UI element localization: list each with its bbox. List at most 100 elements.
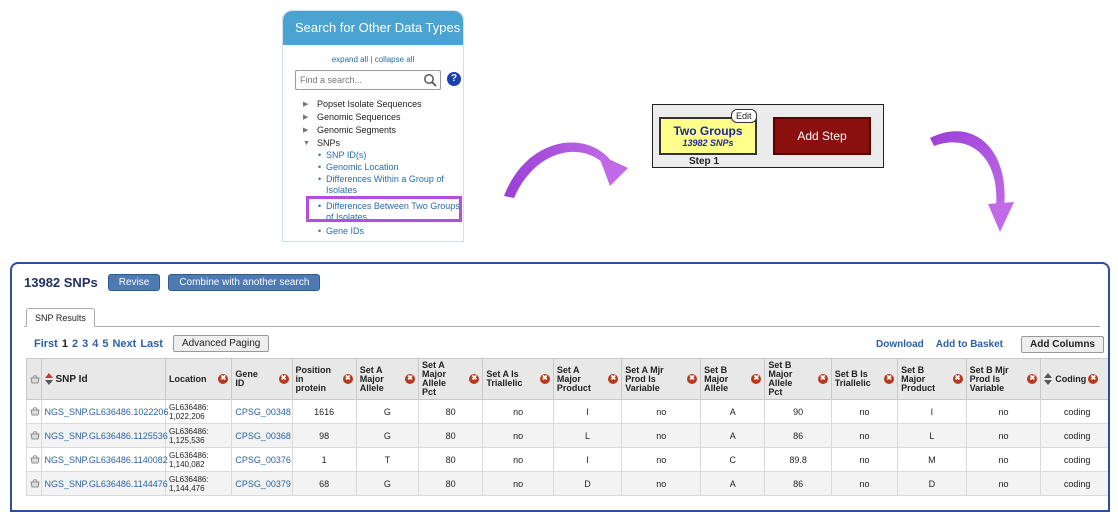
search-icon[interactable]: [423, 73, 437, 87]
expand-arrow-icon[interactable]: ▶: [303, 98, 308, 111]
tree-item-genomic-sequences[interactable]: ▶ Genomic Sequences: [303, 111, 463, 124]
column-header-set-a-allele-pct[interactable]: Set A Major Allele Pct ✖: [418, 358, 484, 400]
remove-column-icon[interactable]: ✖: [342, 374, 353, 384]
column-header-set-a-prod-variable[interactable]: Set A Mjr Prod Is Variable ✖: [621, 358, 702, 400]
column-header-snp-id[interactable]: SNP Id: [40, 358, 166, 400]
remove-column-icon[interactable]: ✖: [539, 374, 550, 384]
search-link-gene-ids[interactable]: • Gene IDs: [317, 226, 463, 237]
column-header-set-a-triallelic[interactable]: Set A Is Triallelic ✖: [482, 358, 554, 400]
pager-first-link[interactable]: First: [34, 338, 58, 350]
column-header-coding[interactable]: Coding ✖: [1040, 358, 1108, 400]
basket-icon[interactable]: [30, 478, 40, 488]
snp-id-link[interactable]: NGS_SNP.GL636486.1022206: [45, 407, 169, 417]
sort-icon[interactable]: [1044, 373, 1053, 385]
location-contig: GL636486:: [168, 450, 209, 460]
search-link-snp-ids[interactable]: • SNP ID(s): [317, 150, 463, 161]
combine-button[interactable]: Combine with another search: [168, 274, 321, 291]
sort-icon[interactable]: [44, 373, 53, 385]
remove-column-icon[interactable]: ✖: [469, 374, 480, 384]
remove-column-icon[interactable]: ✖: [952, 374, 963, 384]
remove-column-icon[interactable]: ✖: [751, 374, 762, 384]
results-header: 13982 SNPs Revise Combine with another s…: [24, 274, 328, 291]
collapse-all-link[interactable]: collapse all: [375, 55, 415, 64]
column-header-gene-id[interactable]: Gene ID ✖: [231, 358, 293, 400]
basket-cell[interactable]: [26, 399, 42, 424]
basket-cell[interactable]: [26, 423, 42, 448]
column-header-set-a-major-allele[interactable]: Set A Major Allele ✖: [355, 358, 420, 400]
gene-id-link[interactable]: CPSG_00379: [235, 479, 291, 489]
basket-icon[interactable]: [30, 454, 40, 464]
search-link-genomic-location[interactable]: • Genomic Location: [317, 162, 463, 173]
set-b-triallelic-cell: no: [830, 447, 899, 472]
collapse-arrow-icon[interactable]: ▼: [303, 137, 310, 150]
gene-id-link[interactable]: CPSG_00348: [235, 407, 291, 417]
column-header-set-b-prod-variable[interactable]: Set B Mjr Prod Is Variable ✖: [965, 358, 1042, 400]
column-header-position[interactable]: Position in protein ✖: [291, 358, 357, 400]
add-to-basket-link[interactable]: Add to Basket: [936, 339, 1003, 350]
column-header-set-b-major-product[interactable]: Set B Major Product ✖: [897, 358, 967, 400]
column-header-location[interactable]: Location ✖: [164, 358, 233, 400]
snp-id-link[interactable]: NGS_SNP.GL636486.1144476: [45, 479, 168, 489]
add-columns-button[interactable]: Add Columns: [1021, 336, 1104, 353]
edit-step-button[interactable]: Edit: [731, 109, 757, 123]
remove-column-icon[interactable]: ✖: [817, 374, 828, 384]
snp-id-link[interactable]: NGS_SNP.GL636486.1140082: [45, 455, 168, 465]
tree-item-genomic-segments[interactable]: ▶ Genomic Segments: [303, 124, 463, 137]
tree-item-snps[interactable]: ▼ SNPs: [303, 137, 463, 150]
snp-id-link[interactable]: NGS_SNP.GL636486.1125536: [45, 431, 168, 441]
column-header-set-b-triallelic[interactable]: Set B Is Triallelic ✖: [830, 358, 899, 400]
tree-item-popset[interactable]: ▶ Popset Isolate Sequences: [303, 98, 463, 111]
link-separator: |: [370, 55, 373, 64]
bullet-icon: •: [318, 162, 322, 172]
remove-column-icon[interactable]: ✖: [405, 374, 416, 384]
gene-id-link[interactable]: CPSG_00376: [235, 455, 291, 465]
location-contig: GL636486:: [168, 402, 209, 412]
pager-page-link[interactable]: 3: [82, 338, 88, 350]
remove-column-icon[interactable]: ✖: [218, 374, 229, 384]
column-header-set-b-major-allele[interactable]: Set B Major Allele ✖: [700, 358, 766, 400]
pager-page-link[interactable]: 2: [72, 338, 78, 350]
remove-column-icon[interactable]: ✖: [278, 374, 289, 384]
advanced-paging-button[interactable]: Advanced Paging: [172, 335, 270, 352]
search-link-within-group[interactable]: • Differences Within a Group of Isolates: [317, 174, 463, 196]
set-b-prod-variable-cell: no: [965, 471, 1042, 496]
remove-column-icon[interactable]: ✖: [687, 374, 698, 384]
set-b-allele-pct-cell: 86: [764, 423, 832, 448]
search-link-between-two-groups[interactable]: • Differences Between Two Groups of Isola…: [317, 201, 463, 223]
remove-column-icon[interactable]: ✖: [884, 374, 895, 384]
basket-icon[interactable]: [30, 430, 40, 440]
remove-column-icon[interactable]: ✖: [1027, 374, 1038, 384]
revise-button[interactable]: Revise: [107, 274, 161, 291]
pager-next-link[interactable]: Next: [112, 338, 136, 350]
expand-arrow-icon[interactable]: ▶: [303, 111, 308, 124]
remove-column-icon[interactable]: ✖: [608, 374, 619, 384]
column-header-set-b-allele-pct[interactable]: Set B Major Allele Pct ✖: [764, 358, 832, 400]
pager-last-link[interactable]: Last: [140, 338, 163, 350]
step-result-count: 13982 SNPs: [682, 138, 734, 148]
basket-cell[interactable]: [26, 471, 42, 496]
download-link[interactable]: Download: [876, 339, 924, 350]
expand-arrow-icon[interactable]: ▶: [303, 124, 308, 137]
bullet-icon: •: [318, 174, 322, 184]
set-b-triallelic-cell: no: [830, 423, 899, 448]
help-icon[interactable]: ?: [447, 72, 461, 86]
pager-page-link[interactable]: 4: [92, 338, 98, 350]
remove-column-icon[interactable]: ✖: [1088, 374, 1099, 384]
position-cell: 1616: [291, 399, 357, 424]
tab-snp-results[interactable]: SNP Results: [26, 308, 95, 327]
snp-search-list: • SNP ID(s) • Genomic Location • Difference…: [317, 150, 463, 237]
gene-id-link[interactable]: CPSG_00368: [235, 431, 291, 441]
basket-cell[interactable]: [26, 447, 42, 472]
location-position: 1,022,206: [168, 411, 205, 421]
set-a-major-allele-cell: G: [355, 471, 420, 496]
set-a-major-product-cell: I: [552, 447, 623, 472]
basket-icon[interactable]: [30, 374, 40, 384]
pager-page-link[interactable]: 5: [102, 338, 108, 350]
column-header-set-a-major-product[interactable]: Set A Major Product ✖: [552, 358, 623, 400]
find-search-input[interactable]: [295, 70, 441, 90]
location-contig: GL636486:: [168, 426, 209, 436]
add-step-button[interactable]: Add Step: [773, 117, 871, 155]
expand-all-link[interactable]: expand all: [332, 55, 368, 64]
set-b-prod-variable-cell: no: [965, 399, 1042, 424]
basket-icon[interactable]: [30, 406, 40, 416]
